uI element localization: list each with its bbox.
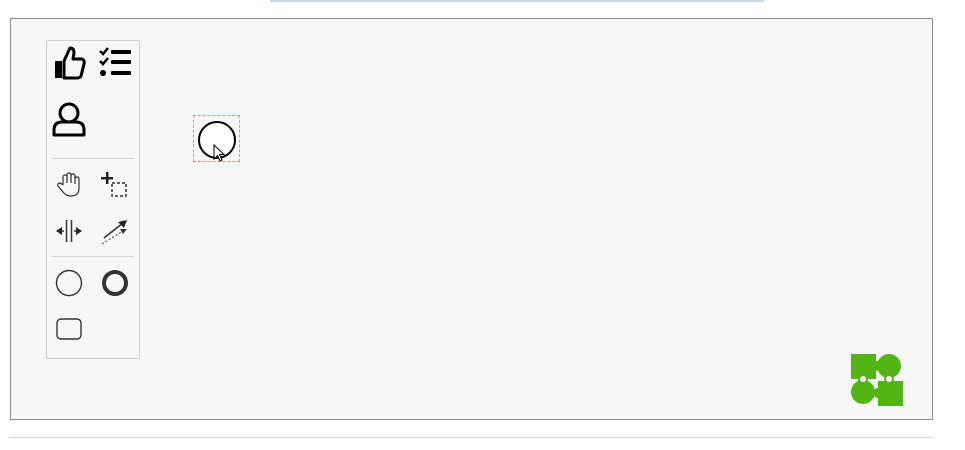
bpmn-io-logo[interactable] (849, 352, 905, 408)
connect-icon (101, 220, 127, 245)
palette-separator (52, 158, 134, 159)
bottom-divider (10, 437, 933, 438)
task-tool[interactable] (49, 309, 89, 349)
end-event-icon (102, 270, 128, 296)
task-icon (56, 318, 82, 340)
top-strip (270, 0, 764, 2)
hand-tool[interactable] (49, 165, 89, 205)
tool-palette (46, 40, 140, 359)
palette-separator (52, 256, 134, 257)
user-icon (52, 102, 86, 137)
hand-icon (57, 172, 80, 197)
diagram-canvas[interactable] (10, 18, 933, 420)
thumbs-up-tool[interactable] (49, 43, 89, 83)
end-event-tool[interactable] (95, 263, 135, 303)
lasso-tool[interactable] (95, 165, 135, 205)
global-connect-tool[interactable] (95, 211, 135, 251)
task-list-icon (99, 47, 131, 76)
puzzle-logo-icon (851, 354, 903, 406)
thumbs-up-icon (55, 46, 86, 80)
lasso-icon (101, 172, 127, 197)
task-list-tool[interactable] (95, 43, 135, 83)
start-event-tool[interactable] (49, 263, 89, 303)
selected-start-event[interactable] (193, 115, 240, 162)
user-tool[interactable] (49, 99, 89, 139)
start-event-icon (55, 269, 83, 297)
space-tool[interactable] (49, 211, 89, 251)
mouse-cursor-icon (213, 144, 226, 162)
space-icon (56, 220, 82, 242)
